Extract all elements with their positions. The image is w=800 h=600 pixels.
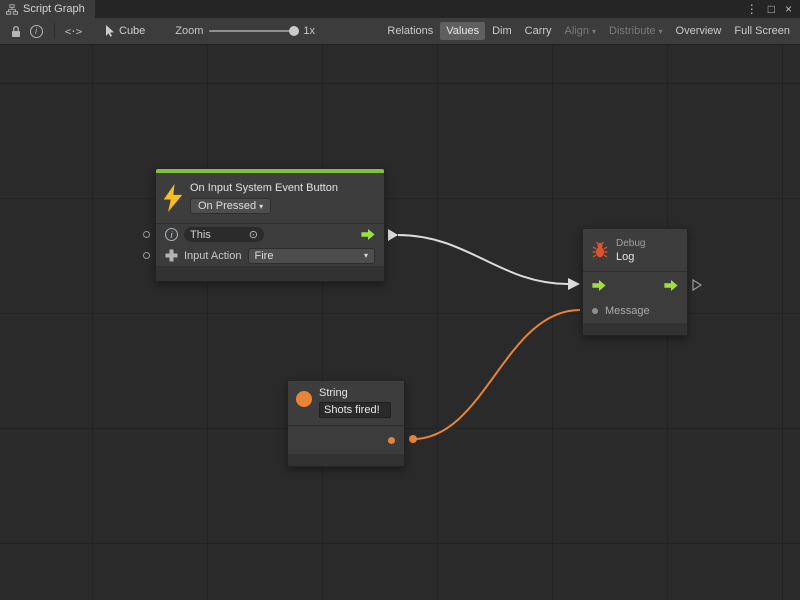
chevron-down-icon: ▾ — [592, 27, 596, 36]
maximize-icon[interactable]: □ — [768, 3, 775, 15]
zoom-slider-handle[interactable] — [289, 26, 299, 36]
debug-node-title: Log — [616, 251, 645, 263]
value-wire-source-dot — [409, 435, 417, 443]
relations-button[interactable]: Relations — [381, 22, 439, 40]
window-controls: ⋮ □ × — [746, 0, 800, 18]
this-port[interactable] — [143, 231, 150, 238]
debug-node-category: Debug — [616, 238, 645, 249]
chevron-down-icon: ▾ — [259, 202, 263, 211]
carry-button[interactable]: Carry — [519, 22, 558, 40]
zoom-label: Zoom — [175, 25, 203, 37]
zoom-control: Zoom 1x — [175, 25, 315, 37]
event-type-dropdown[interactable]: On Pressed ▾ — [190, 198, 271, 214]
event-node-header[interactable]: On Input System Event Button On Pressed … — [156, 173, 384, 223]
graph-owner-label: Cube — [119, 25, 145, 37]
flow-wire — [398, 235, 568, 284]
string-type-icon — [296, 391, 312, 407]
menu-kebab-icon[interactable]: ⋮ — [746, 3, 758, 15]
object-picker-icon: ⊙ — [249, 228, 258, 241]
zoom-slider[interactable] — [209, 30, 297, 32]
chevron-down-icon: ▾ — [659, 27, 663, 36]
flow-continue-icon — [691, 278, 703, 292]
script-graph-window: Script Graph ⋮ □ × i <·> Cube — [0, 0, 800, 600]
debug-node-header[interactable]: Debug Log — [583, 229, 687, 271]
input-action-label: Input Action — [184, 250, 242, 262]
string-value-field[interactable] — [319, 402, 391, 418]
full-screen-button[interactable]: Full Screen — [728, 22, 796, 40]
event-node-footer — [156, 266, 384, 281]
dim-button[interactable]: Dim — [486, 22, 518, 40]
tab-title: Script Graph — [23, 3, 85, 15]
flow-in-port[interactable] — [592, 280, 606, 291]
overview-button[interactable]: Overview — [670, 22, 728, 40]
debug-flow-row — [583, 272, 687, 299]
script-graph-tab[interactable]: Script Graph — [0, 0, 95, 18]
info-icon[interactable]: i — [26, 21, 46, 41]
align-dropdown: Align▾ — [559, 22, 602, 40]
bug-icon — [591, 241, 609, 259]
flow-out-port[interactable] — [664, 280, 678, 291]
flow-wire-source-arrow — [388, 229, 398, 241]
flow-wire-dest-arrow — [568, 278, 580, 290]
graph-canvas[interactable]: On Input System Event Button On Pressed … — [0, 45, 800, 600]
value-wire — [413, 310, 580, 439]
distribute-dropdown: Distribute▾ — [603, 22, 668, 40]
message-label: Message — [605, 305, 650, 317]
string-output-port[interactable] — [388, 437, 395, 444]
this-row: i This ⊙ — [156, 224, 384, 245]
string-node[interactable]: String — [287, 380, 405, 467]
title-bar: Script Graph ⋮ □ × — [0, 0, 800, 18]
cursor-icon — [105, 25, 115, 37]
input-action-dropdown[interactable]: Fire ▾ — [248, 248, 376, 264]
string-node-title: String — [319, 387, 391, 399]
event-node[interactable]: On Input System Event Button On Pressed … — [155, 168, 385, 282]
toolbar-separator — [54, 23, 55, 39]
event-node-title: On Input System Event Button — [190, 182, 338, 194]
toolbar-buttons: Relations Values Dim Carry Align▾ Distri… — [381, 22, 800, 40]
flow-out-port[interactable] — [361, 229, 375, 240]
graph-icon — [6, 4, 18, 15]
zoom-value: 1x — [303, 25, 315, 37]
string-node-footer — [288, 454, 404, 466]
lightning-icon — [162, 184, 184, 212]
debug-log-node[interactable]: Debug Log Message — [582, 228, 688, 336]
code-insert-icon[interactable]: <·> — [63, 21, 83, 41]
input-action-port[interactable] — [143, 252, 150, 259]
lock-icon[interactable] — [6, 21, 26, 41]
string-node-header[interactable]: String — [288, 381, 404, 425]
this-object-field[interactable]: This ⊙ — [184, 227, 264, 242]
message-row: Message — [583, 299, 687, 323]
message-port[interactable] — [592, 308, 598, 314]
debug-node-footer — [583, 323, 687, 335]
chevron-down-icon: ▾ — [364, 251, 368, 260]
dpad-icon — [165, 249, 178, 262]
input-action-row: Input Action Fire ▾ — [156, 245, 384, 266]
string-output-row — [288, 426, 404, 454]
graph-toolbar: i <·> Cube Zoom 1x Relations Values Dim … — [0, 18, 800, 45]
gameobject-icon: i — [165, 228, 178, 241]
graph-owner[interactable]: Cube — [105, 25, 145, 37]
values-button[interactable]: Values — [440, 22, 485, 40]
close-icon[interactable]: × — [785, 3, 792, 15]
